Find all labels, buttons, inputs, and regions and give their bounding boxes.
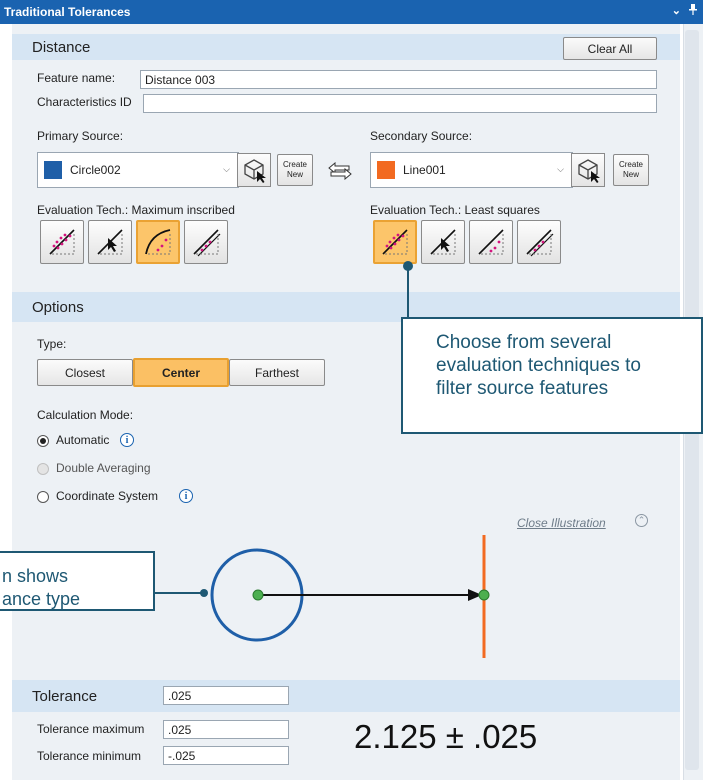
clear-all-button[interactable]: Clear All bbox=[563, 37, 657, 60]
primary-eval-least-squares-button[interactable] bbox=[40, 220, 84, 264]
primary-pick-feature-button[interactable] bbox=[237, 153, 271, 187]
characteristics-id-input[interactable] bbox=[143, 94, 657, 113]
least-squares-icon bbox=[49, 229, 75, 255]
secondary-source-value: Line001 bbox=[403, 163, 446, 177]
minimum-circumscribed-icon bbox=[97, 229, 123, 255]
type-center-button[interactable]: Center bbox=[133, 358, 229, 387]
info-icon[interactable]: i bbox=[179, 489, 193, 503]
circle-center-point bbox=[252, 589, 264, 601]
chevron-down-icon: ⌵ bbox=[557, 164, 564, 174]
tolerance-heading: Tolerance bbox=[32, 687, 98, 705]
primary-eval-minimum-circumscribed-button[interactable] bbox=[88, 220, 132, 264]
maximum-line-icon bbox=[193, 229, 221, 257]
calculation-mode-label: Calculation Mode: bbox=[37, 408, 134, 422]
type-closest-button[interactable]: Closest bbox=[37, 359, 133, 386]
primary-eval-maximum-inscribed-button[interactable] bbox=[136, 220, 180, 264]
secondary-source-dropdown[interactable]: Line001 ⌵ bbox=[370, 152, 573, 188]
secondary-source-label: Secondary Source: bbox=[370, 129, 473, 143]
create-label: Create bbox=[618, 160, 643, 169]
automatic-radio[interactable] bbox=[37, 435, 49, 447]
options-heading: Options bbox=[32, 298, 84, 316]
minimum-circumscribed-icon bbox=[430, 229, 456, 255]
feature-name-label: Feature name: bbox=[37, 71, 116, 85]
least-squares-icon bbox=[382, 229, 408, 255]
tolerance-display: 2.125 ± .025 bbox=[354, 718, 538, 755]
chevron-down-icon: ⌵ bbox=[223, 164, 230, 174]
tolerance-minimum-input[interactable]: -.025 bbox=[163, 746, 289, 765]
feature-name-input[interactable]: Distance 003 bbox=[140, 70, 657, 89]
type-farthest-button[interactable]: Farthest bbox=[229, 359, 325, 386]
primary-source-label: Primary Source: bbox=[37, 129, 124, 143]
maximum-inscribed-icon bbox=[478, 229, 504, 255]
coordinate-system-label: Coordinate System bbox=[56, 489, 159, 503]
panel-title-bar: Traditional Tolerances ⌄ bbox=[0, 0, 703, 24]
callout-line: filter source features bbox=[436, 378, 609, 399]
type-label: Type: bbox=[37, 337, 67, 351]
tolerance-input[interactable]: .025 bbox=[163, 686, 289, 705]
secondary-eval-least-squares-button[interactable] bbox=[373, 220, 417, 264]
primary-create-new-button[interactable]: Create New bbox=[277, 154, 313, 186]
primary-source-dropdown[interactable]: Circle002 ⌵ bbox=[37, 152, 239, 188]
select-cube-icon bbox=[578, 159, 600, 183]
maximum-inscribed-icon bbox=[145, 229, 171, 255]
swap-sources-icon[interactable] bbox=[327, 161, 353, 183]
double-averaging-radio bbox=[37, 463, 49, 475]
tolerance-maximum-label: Tolerance maximum bbox=[37, 722, 145, 736]
callout-line: ance type bbox=[2, 589, 81, 609]
automatic-label: Automatic bbox=[56, 433, 110, 447]
select-cube-icon bbox=[244, 159, 266, 183]
secondary-eval-minimum-circumscribed-button[interactable] bbox=[421, 220, 465, 264]
callout-anchor-dot bbox=[403, 261, 413, 271]
tolerance-maximum-input[interactable]: .025 bbox=[163, 720, 289, 739]
primary-eval-label: Evaluation Tech.: Maximum inscribed bbox=[37, 203, 235, 217]
pin-icon[interactable] bbox=[689, 4, 697, 18]
secondary-create-new-button[interactable]: Create New bbox=[613, 154, 649, 186]
tolerance-section-header: Tolerance bbox=[12, 680, 680, 712]
characteristics-id-label: Characteristics ID bbox=[37, 95, 132, 109]
info-icon[interactable]: i bbox=[120, 433, 134, 447]
secondary-color-swatch bbox=[377, 161, 395, 179]
primary-source-value: Circle002 bbox=[70, 163, 121, 177]
eval-callout-leader bbox=[407, 264, 409, 318]
primary-eval-maximum-button[interactable] bbox=[184, 220, 228, 264]
callout-anchor-dot bbox=[200, 589, 208, 597]
create-label: Create bbox=[282, 160, 307, 169]
coordinate-system-radio[interactable] bbox=[37, 491, 49, 503]
double-averaging-label: Double Averaging bbox=[56, 461, 151, 475]
illustration-callout: n shows ance type bbox=[0, 551, 155, 611]
secondary-eval-label: Evaluation Tech.: Least squares bbox=[370, 203, 540, 217]
callout-line: Choose from several bbox=[436, 332, 612, 353]
new-label: New bbox=[622, 170, 639, 179]
line-point bbox=[478, 589, 490, 601]
maximum-line-icon bbox=[526, 229, 554, 257]
secondary-eval-maximum-inscribed-button[interactable] bbox=[469, 220, 513, 264]
collapse-chevron-icon[interactable]: ⌄ bbox=[672, 4, 681, 18]
secondary-eval-maximum-button[interactable] bbox=[517, 220, 561, 264]
distance-heading: Distance bbox=[32, 38, 91, 56]
new-label: New bbox=[286, 170, 303, 179]
callout-line: n shows bbox=[2, 566, 69, 586]
evaluation-techniques-callout: Choose from several evaluation technique… bbox=[401, 317, 703, 434]
secondary-pick-feature-button[interactable] bbox=[571, 153, 605, 187]
tolerance-minimum-label: Tolerance minimum bbox=[37, 749, 142, 763]
primary-color-swatch bbox=[44, 161, 62, 179]
callout-line: evaluation techniques to bbox=[436, 355, 641, 376]
panel-title: Traditional Tolerances bbox=[4, 5, 131, 19]
